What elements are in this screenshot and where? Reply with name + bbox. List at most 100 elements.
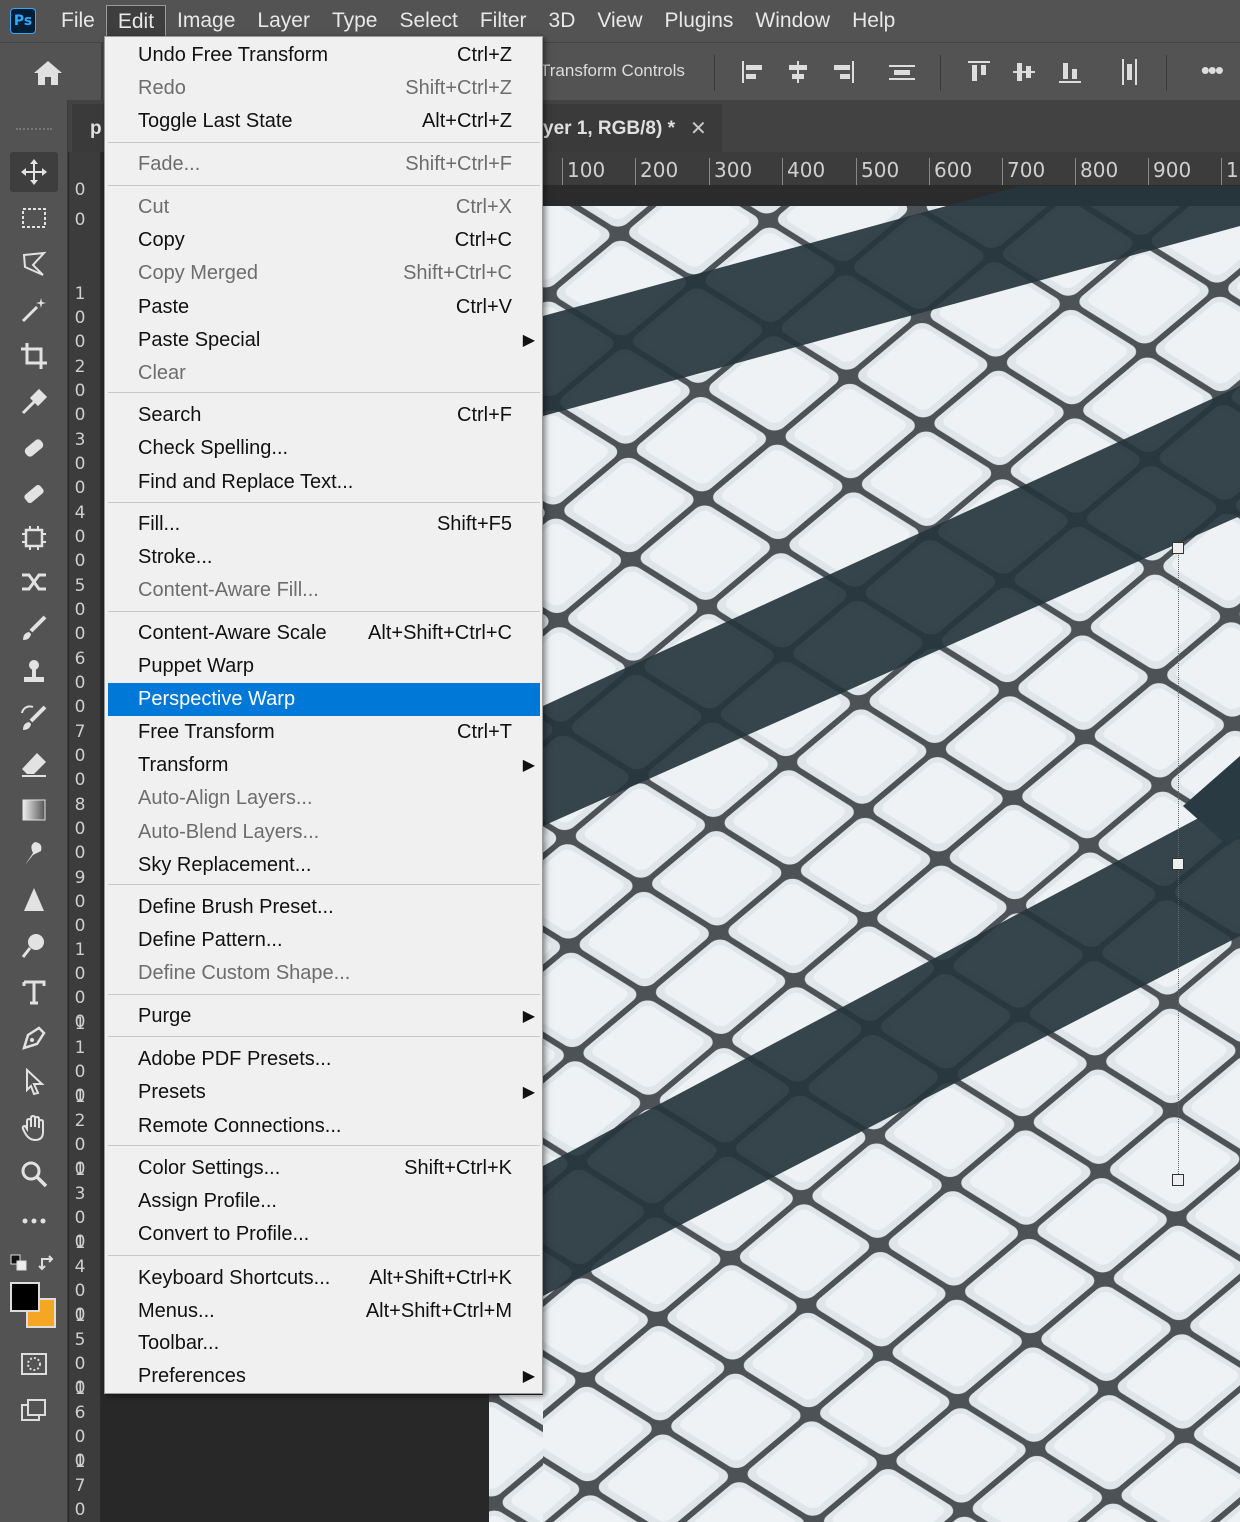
document-tab-title[interactable]: yer 1, RGB/8) * xyxy=(543,118,675,140)
align-horizontal-centers-icon[interactable] xyxy=(785,59,811,85)
menu-item-fill[interactable]: Fill... Shift+F5 xyxy=(108,508,540,541)
default-colors-icon[interactable] xyxy=(4,1250,34,1276)
menu-item-copy-merged[interactable]: Copy Merged Shift+Ctrl+C xyxy=(108,257,540,290)
menu-item-adobe-pdf-presets[interactable]: Adobe PDF Presets... xyxy=(108,1043,540,1076)
path-selection-tool-icon[interactable] xyxy=(10,1062,58,1102)
menu-layer[interactable]: Layer xyxy=(246,5,321,37)
transform-handle-middle-left[interactable] xyxy=(1172,858,1184,870)
eraser-tool-icon[interactable] xyxy=(10,744,58,784)
distribute-icon[interactable] xyxy=(889,59,915,85)
vertical-ruler[interactable]: 0010020030040050060070080090010001100120… xyxy=(69,152,101,1522)
content-aware-move-tool-icon[interactable] xyxy=(10,562,58,602)
menu-item-paste[interactable]: Paste Ctrl+V xyxy=(108,291,540,324)
frame-tool-icon[interactable] xyxy=(10,518,58,558)
align-top-edges-icon[interactable] xyxy=(966,59,992,85)
transform-handle-bottom-left[interactable] xyxy=(1172,1174,1184,1186)
brush-tool-icon[interactable] xyxy=(10,608,58,648)
menu-item-perspective-warp[interactable]: Perspective Warp xyxy=(108,683,540,716)
menu-image[interactable]: Image xyxy=(166,5,246,37)
menu-item-presets[interactable]: Presets ▶ xyxy=(108,1076,540,1109)
lasso-tool-icon[interactable] xyxy=(10,244,58,284)
menu-item-search[interactable]: Search Ctrl+F xyxy=(108,399,540,432)
menu-window[interactable]: Window xyxy=(744,5,841,37)
menu-item-keyboard-shortcuts[interactable]: Keyboard Shortcuts... Alt+Shift+Ctrl+K xyxy=(108,1262,540,1295)
horizontal-ruler[interactable]: 100 200 300 400 500 600 700 800 900 10 xyxy=(543,152,1240,186)
menu-item-auto-align-layers[interactable]: Auto-Align Layers... xyxy=(108,782,540,815)
menu-item-sky-replacement[interactable]: Sky Replacement... xyxy=(108,849,540,882)
menu-item-remote-connections[interactable]: Remote Connections... xyxy=(108,1110,540,1143)
menu-type[interactable]: Type xyxy=(321,5,389,37)
menu-item-toggle-last-state[interactable]: Toggle Last State Alt+Ctrl+Z xyxy=(108,105,540,138)
menu-item-purge[interactable]: Purge ▶ xyxy=(108,1000,540,1033)
menu-filter[interactable]: Filter xyxy=(469,5,538,37)
menu-item-find-and-replace-text[interactable]: Find and Replace Text... xyxy=(108,466,540,499)
menu-item-define-brush-preset[interactable]: Define Brush Preset... xyxy=(108,891,540,924)
quick-mask-icon[interactable] xyxy=(10,1344,58,1384)
menu-3d[interactable]: 3D xyxy=(538,5,587,37)
menu-item-auto-blend-layers[interactable]: Auto-Blend Layers... xyxy=(108,816,540,849)
menu-item-transform[interactable]: Transform ▶ xyxy=(108,749,540,782)
menu-item-content-aware-fill[interactable]: Content-Aware Fill... xyxy=(108,574,540,607)
menu-item-check-spelling[interactable]: Check Spelling... xyxy=(108,432,540,465)
menu-file[interactable]: File xyxy=(50,5,106,37)
spot-healing-tool-icon[interactable] xyxy=(10,428,58,468)
menu-item-cut[interactable]: Cut Ctrl+X xyxy=(108,191,540,224)
screen-mode-icon[interactable] xyxy=(10,1390,58,1430)
menu-item-define-custom-shape[interactable]: Define Custom Shape... xyxy=(108,957,540,990)
foreground-color-swatch[interactable] xyxy=(10,1282,40,1312)
distribute-vertical-icon[interactable] xyxy=(1116,59,1142,85)
zoom-tool-icon[interactable] xyxy=(10,1154,58,1194)
menu-item-fade[interactable]: Fade... Shift+Ctrl+F xyxy=(108,148,540,181)
align-right-edges-icon[interactable] xyxy=(830,59,856,85)
menu-item-redo[interactable]: Redo Shift+Ctrl+Z xyxy=(108,72,540,105)
menu-item-convert-to-profile[interactable]: Convert to Profile... xyxy=(108,1218,540,1251)
menu-item-copy[interactable]: Copy Ctrl+C xyxy=(108,224,540,257)
menu-item-free-transform[interactable]: Free Transform Ctrl+T xyxy=(108,716,540,749)
menu-view[interactable]: View xyxy=(586,5,653,37)
move-tool-icon[interactable] xyxy=(10,152,58,192)
transform-handle-top-left[interactable] xyxy=(1172,542,1184,554)
menu-item-color-settings[interactable]: Color Settings... Shift+Ctrl+K xyxy=(108,1152,540,1185)
crop-tool-icon[interactable] xyxy=(10,336,58,376)
close-tab-icon[interactable]: ✕ xyxy=(690,116,707,141)
menu-help[interactable]: Help xyxy=(841,5,906,37)
menu-item-preferences[interactable]: Preferences ▶ xyxy=(108,1360,540,1393)
menu-edit[interactable]: Edit xyxy=(105,5,167,37)
toolbar-grip[interactable] xyxy=(16,128,52,134)
dodge-tool-icon[interactable] xyxy=(10,926,58,966)
menu-item-puppet-warp[interactable]: Puppet Warp xyxy=(108,650,540,683)
menu-item-clear[interactable]: Clear xyxy=(108,357,540,390)
menu-item-undo-free-transform[interactable]: Undo Free Transform Ctrl+Z xyxy=(108,39,540,72)
smudge-tool-icon[interactable] xyxy=(10,834,58,874)
clone-stamp-tool-icon[interactable] xyxy=(10,652,58,692)
canvas-image-edge[interactable] xyxy=(489,1395,543,1522)
gradient-tool-icon[interactable] xyxy=(10,790,58,830)
swap-colors-icon[interactable] xyxy=(34,1250,62,1276)
document-canvas[interactable] xyxy=(543,186,1240,1522)
patch-tool-icon[interactable] xyxy=(10,474,58,514)
menu-item-stroke[interactable]: Stroke... xyxy=(108,541,540,574)
align-vertical-centers-icon[interactable] xyxy=(1011,59,1037,85)
transform-controls-label[interactable]: Transform Controls xyxy=(540,61,685,81)
align-left-edges-icon[interactable] xyxy=(740,59,766,85)
rectangular-marquee-tool-icon[interactable] xyxy=(10,198,58,238)
menu-item-define-pattern[interactable]: Define Pattern... xyxy=(108,924,540,957)
menu-select[interactable]: Select xyxy=(388,5,468,37)
eyedropper-tool-icon[interactable] xyxy=(10,382,58,422)
menu-item-assign-profile[interactable]: Assign Profile... xyxy=(108,1185,540,1218)
menu-item-toolbar[interactable]: Toolbar... xyxy=(108,1327,540,1360)
magic-wand-tool-icon[interactable] xyxy=(10,290,58,330)
edit-toolbar-icon[interactable] xyxy=(10,1200,58,1240)
align-bottom-edges-icon[interactable] xyxy=(1057,59,1083,85)
history-brush-tool-icon[interactable] xyxy=(10,698,58,738)
hand-tool-icon[interactable] xyxy=(10,1108,58,1148)
more-options-icon[interactable]: ••• xyxy=(1201,55,1224,86)
home-icon[interactable] xyxy=(28,57,68,89)
menu-item-paste-special[interactable]: Paste Special ▶ xyxy=(108,324,540,357)
menu-plugins[interactable]: Plugins xyxy=(654,5,745,37)
type-tool-icon[interactable] xyxy=(10,972,58,1012)
menu-item-menus[interactable]: Menus... Alt+Shift+Ctrl+M xyxy=(108,1295,540,1328)
sharpen-tool-icon[interactable] xyxy=(10,880,58,920)
pen-tool-icon[interactable] xyxy=(10,1018,58,1058)
menu-item-content-aware-scale[interactable]: Content-Aware Scale Alt+Shift+Ctrl+C xyxy=(108,617,540,650)
